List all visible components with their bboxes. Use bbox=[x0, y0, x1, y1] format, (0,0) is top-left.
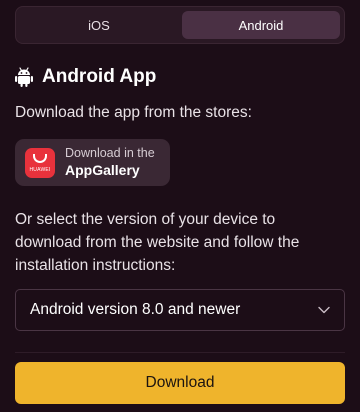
huawei-logo-text: HUAWEI bbox=[29, 166, 51, 173]
install-instructions: Or select the version of your device to … bbox=[15, 211, 300, 274]
stores-subtitle: Download the app from the stores: bbox=[15, 104, 252, 121]
appgallery-button[interactable]: HUAWEI Download in the AppGallery bbox=[15, 139, 170, 186]
appgallery-name: AppGallery bbox=[65, 161, 140, 178]
download-button[interactable]: Download bbox=[15, 362, 345, 404]
huawei-appgallery-icon: HUAWEI bbox=[25, 147, 55, 178]
page-title: Android App bbox=[15, 66, 156, 88]
tab-ios[interactable]: iOS bbox=[20, 11, 178, 39]
tab-android[interactable]: Android bbox=[182, 11, 340, 39]
chevron-down-icon bbox=[318, 306, 330, 314]
android-download-page: iOS Android Android App Download the app… bbox=[0, 0, 360, 412]
platform-tabs: iOS Android bbox=[15, 6, 345, 44]
page-title-text: Android App bbox=[42, 66, 157, 87]
android-version-selected: Android version 8.0 and newer bbox=[30, 301, 241, 318]
appgallery-badge-text: Download in the AppGallery bbox=[65, 146, 155, 179]
android-icon bbox=[15, 67, 33, 87]
appgallery-small-label: Download in the bbox=[65, 145, 155, 160]
divider bbox=[15, 352, 345, 353]
android-version-select[interactable]: Android version 8.0 and newer bbox=[15, 289, 345, 331]
